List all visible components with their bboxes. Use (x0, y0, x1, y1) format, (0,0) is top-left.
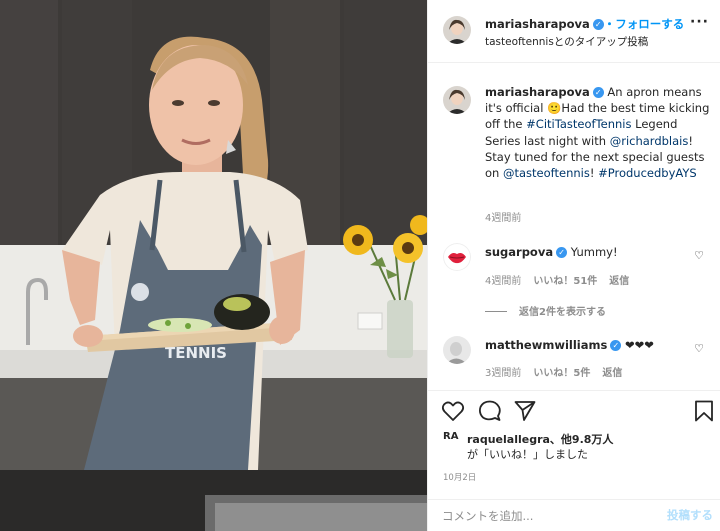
header-line: mariasharapova ✓ ・フォローする (485, 16, 684, 32)
like-heart-icon[interactable] (441, 400, 465, 422)
post-sidebar: mariasharapova ✓ ・フォローする tasteoftennisとのタイ… (427, 0, 720, 531)
avatar-image (443, 16, 471, 44)
view-replies-label: 返信2件を表示する (519, 307, 606, 318)
post-comment-button[interactable]: 投稿する (667, 507, 713, 523)
comment-likes[interactable]: いいね！5件 (533, 368, 590, 379)
avatar-image (443, 86, 471, 114)
liker-avatar[interactable]: RA (443, 431, 461, 449)
comment-like-heart-icon[interactable]: ♡ (694, 249, 704, 262)
verified-badge-icon: ✓ (592, 87, 604, 98)
add-comment-bar: 投稿する (428, 499, 720, 531)
verified-badge-icon: ✓ (610, 340, 622, 351)
verified-badge-icon: ✓ (556, 247, 568, 258)
comment-username[interactable]: matthewmwilliams (485, 338, 607, 352)
comment-username[interactable]: sugarpova (485, 245, 553, 259)
post-header: mariasharapova ✓ ・フォローする tasteoftennisとのタイ… (428, 0, 720, 63)
verified-badge-icon: ✓ (592, 19, 604, 30)
caption-timestamp[interactable]: 4週間前 (485, 209, 521, 224)
caption-avatar[interactable] (443, 86, 471, 114)
share-send-icon[interactable] (514, 400, 536, 422)
photo-illustration: TENNIS (0, 0, 427, 531)
post-actions: RA raquelallegra、他9.8万人 が「いいね！」しました 10月2… (428, 390, 720, 490)
comment-body: Yummy! (570, 245, 618, 259)
replies-divider (485, 311, 507, 312)
view-replies-button[interactable]: 返信2件を表示する (485, 303, 606, 318)
author-username[interactable]: mariasharapova (485, 17, 590, 31)
comment-time[interactable]: 4週間前 (485, 276, 521, 287)
hashtag-link[interactable]: #ProducedbyAYS (598, 166, 697, 180)
caption-username[interactable]: mariasharapova (485, 85, 590, 99)
likes-count[interactable]: raquelallegra、他9.8万人 (467, 431, 613, 447)
post-date[interactable]: 10月2日 (443, 471, 476, 483)
post-caption: mariasharapova ✓ An apron means it's offi… (485, 84, 713, 181)
comment-body: ❤❤❤ (624, 338, 654, 352)
smile-emoji: 🙂 (547, 101, 562, 116)
comment-time[interactable]: 3週間前 (485, 368, 521, 379)
lips-avatar-icon (443, 243, 471, 271)
author-avatar[interactable] (443, 16, 471, 44)
post-photo[interactable]: TENNIS (0, 0, 427, 531)
hashtag-link[interactable]: #CitiTasteofTennis (526, 117, 631, 131)
reply-button[interactable]: 返信 (609, 276, 629, 287)
likes-suffix: が「いいね！」しました (467, 448, 588, 461)
comment-text-line: matthewmwilliams ✓ ❤❤❤ (485, 338, 654, 352)
more-options-icon[interactable]: ··· (690, 14, 709, 30)
mention-link[interactable]: @tasteoftennis (503, 166, 590, 180)
comment-input[interactable] (442, 506, 642, 526)
comment-meta: 3週間前 いいね！5件 返信 (485, 364, 634, 379)
comment-text-line: sugarpova ✓ Yummy! (485, 245, 618, 259)
reply-button[interactable]: 返信 (602, 368, 622, 379)
comment-likes[interactable]: いいね！51件 (533, 276, 597, 287)
save-bookmark-icon[interactable] (694, 400, 714, 422)
avatar-image (443, 336, 471, 364)
comment-like-heart-icon[interactable]: ♡ (694, 342, 704, 355)
comment-bubble-icon[interactable] (478, 400, 502, 422)
mention-link[interactable]: @richardblais (610, 134, 689, 148)
commenter-avatar[interactable] (443, 243, 471, 271)
follow-button[interactable]: ・フォローする (604, 17, 685, 31)
caption-text: ! (589, 166, 599, 181)
comment-meta: 4週間前 いいね！51件 返信 (485, 272, 641, 287)
commenter-avatar[interactable] (443, 336, 471, 364)
instagram-post: TENNIS mariasharapova ✓ ・フォローする tasteoft… (0, 0, 720, 531)
paid-partnership-label[interactable]: tasteoftennisとのタイアップ投稿 (485, 34, 648, 49)
